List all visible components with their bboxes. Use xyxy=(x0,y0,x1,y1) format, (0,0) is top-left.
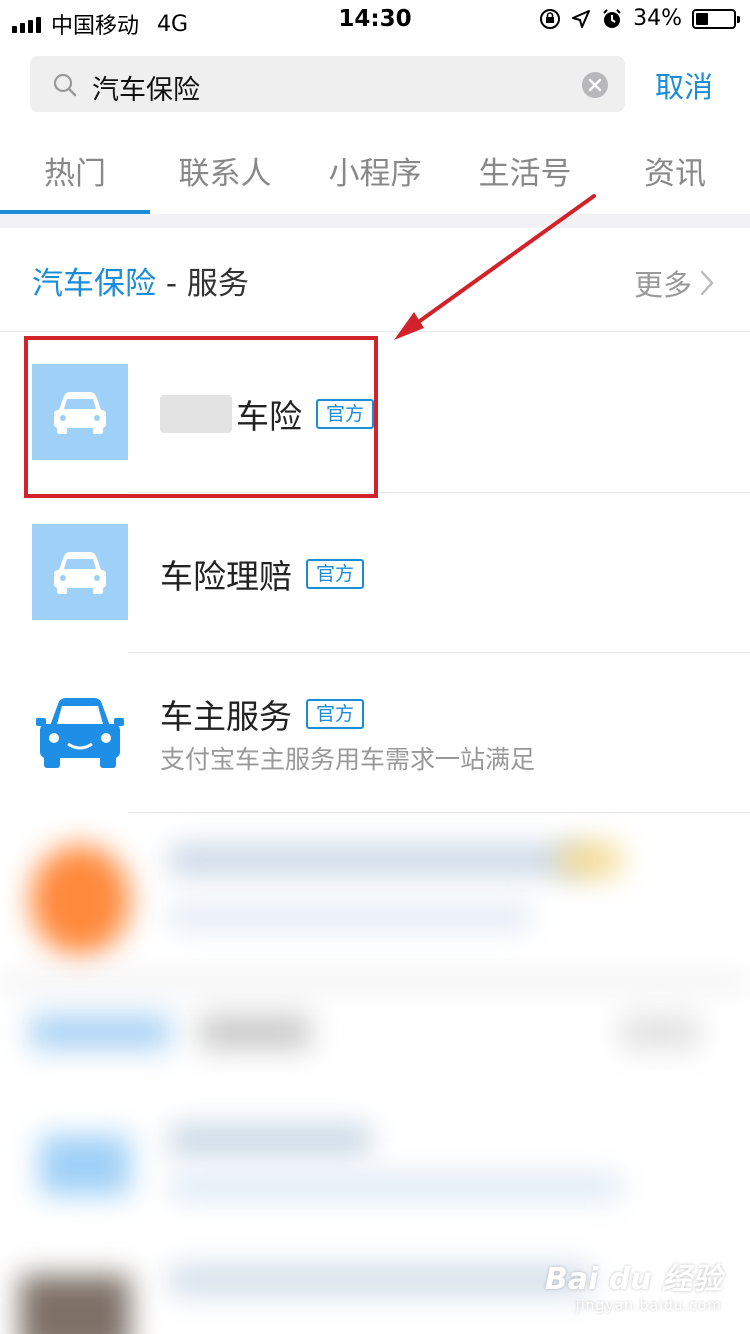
watermark-sub: jingyan.baidu.com xyxy=(575,1298,722,1314)
tab-contacts[interactable]: 联系人 xyxy=(150,148,300,193)
more-link[interactable]: 更多 xyxy=(634,262,714,304)
more-label: 更多 xyxy=(633,268,692,302)
result-title: 车主服务 官方 xyxy=(160,690,365,738)
status-bar: 中国移动 4G 14:30 34% xyxy=(0,0,750,42)
watermark-main: Bai du 经验 xyxy=(544,1262,722,1297)
result-item[interactable]: 车险理赔 官方 xyxy=(0,492,750,652)
result-subtitle: 支付宝车主服务用车需求一站满足 xyxy=(160,745,536,774)
clear-icon[interactable] xyxy=(581,71,609,99)
tab-news[interactable]: 资讯 xyxy=(600,148,750,193)
highlight-box xyxy=(24,336,378,498)
official-badge: 官方 xyxy=(306,559,365,589)
section-keyword: 汽车保险 xyxy=(32,266,156,302)
alarm-icon xyxy=(603,8,621,28)
divider xyxy=(128,812,750,813)
tab-mini-programs[interactable]: 小程序 xyxy=(300,148,450,193)
search-query: 汽车保险 xyxy=(92,75,200,106)
rotation-lock-icon xyxy=(540,8,561,29)
car-icon xyxy=(36,698,124,768)
watermark: Bai du 经验 jingyan.baidu.com xyxy=(545,1254,722,1314)
tab-life-accounts[interactable]: 生活号 xyxy=(450,148,600,193)
section-suffix: - 服务 xyxy=(156,266,249,302)
cancel-button[interactable]: 取消 xyxy=(655,64,713,106)
tab-hot[interactable]: 热门 xyxy=(0,148,150,193)
battery-percent: 34% xyxy=(633,6,682,31)
status-right: 34% xyxy=(539,6,740,31)
car-icon xyxy=(32,524,128,620)
chevron-right-icon xyxy=(700,270,714,296)
section-gap xyxy=(0,214,750,228)
result-item[interactable]: 车主服务 官方 支付宝车主服务用车需求一站满足 xyxy=(0,652,750,812)
battery-icon xyxy=(692,8,740,29)
official-badge: 官方 xyxy=(306,699,365,729)
section-title: 汽车保险 - 服务 xyxy=(32,258,249,303)
search-icon xyxy=(53,73,77,97)
result-title-text: 车险理赔 xyxy=(160,557,292,596)
result-title-text: 车主服务 xyxy=(160,697,292,736)
location-icon xyxy=(572,9,591,28)
result-title: 车险理赔 官方 xyxy=(160,550,365,598)
tab-bar: 热门 联系人 小程序 生活号 资讯 xyxy=(0,140,750,216)
search-input[interactable]: 汽车保险 xyxy=(30,56,625,112)
